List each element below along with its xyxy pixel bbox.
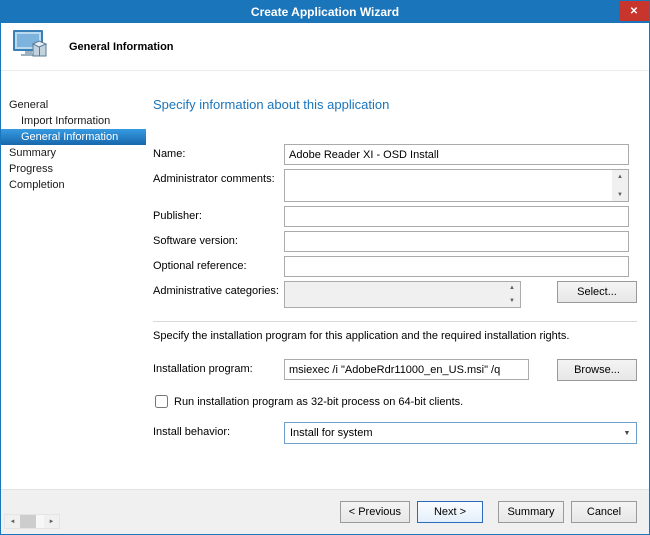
- wizard-footer: < Previous Next > Summary Cancel: [1, 489, 649, 534]
- software-version-input[interactable]: [284, 231, 629, 252]
- scroll-up-icon[interactable]: ▲: [504, 282, 520, 295]
- close-icon: ✕: [630, 6, 638, 17]
- installation-program-label: Installation program:: [153, 359, 284, 375]
- publisher-label: Publisher:: [153, 206, 284, 222]
- sidebar-item-general-information[interactable]: General Information: [1, 129, 146, 145]
- wizard-steps-sidebar: General Import Information General Infor…: [1, 71, 146, 489]
- sidebar-item-progress[interactable]: Progress: [1, 161, 146, 177]
- administrator-comments-label: Administrator comments:: [153, 169, 284, 185]
- sidebar-item-import-information[interactable]: Import Information: [1, 113, 146, 129]
- installation-section-description: Specify the installation program for thi…: [153, 330, 637, 342]
- sidebar-horizontal-scrollbar[interactable]: ◄ ►: [4, 514, 60, 529]
- cancel-button[interactable]: Cancel: [571, 501, 637, 523]
- browse-button[interactable]: Browse...: [557, 359, 637, 381]
- installation-program-row: Installation program: Browse...: [153, 359, 637, 381]
- page-title: Specify information about this applicati…: [153, 97, 637, 112]
- install-behavior-select[interactable]: Install for system ▼: [284, 422, 637, 444]
- install-behavior-row: Install behavior: Install for system ▼: [153, 422, 637, 444]
- run-as-32bit-row: Run installation program as 32-bit proce…: [155, 395, 637, 408]
- create-application-wizard-window: Create Application Wizard ✕ General Info…: [0, 0, 650, 535]
- summary-button[interactable]: Summary: [498, 501, 564, 523]
- name-input[interactable]: [284, 144, 629, 165]
- previous-button[interactable]: < Previous: [340, 501, 410, 523]
- application-icon: [11, 29, 49, 64]
- scroll-down-icon[interactable]: ▼: [504, 295, 520, 308]
- run-as-32bit-label: Run installation program as 32-bit proce…: [174, 396, 463, 408]
- administrator-comments-row: Administrator comments: ▲ ▼: [153, 169, 637, 202]
- close-button[interactable]: ✕: [619, 1, 649, 21]
- publisher-input[interactable]: [284, 206, 629, 227]
- scrollbar-track[interactable]: [20, 515, 44, 528]
- chevron-down-icon: ▼: [619, 424, 635, 442]
- scroll-up-icon[interactable]: ▲: [612, 170, 628, 183]
- install-behavior-label: Install behavior:: [153, 422, 284, 438]
- optional-reference-input[interactable]: [284, 256, 629, 277]
- administrative-categories-input: ▲ ▼: [284, 281, 521, 308]
- select-categories-button[interactable]: Select...: [557, 281, 637, 303]
- sidebar-item-general[interactable]: General: [1, 97, 146, 113]
- wizard-content: Specify information about this applicati…: [146, 71, 649, 489]
- administrative-categories-row: Administrative categories: ▲ ▼ Select...: [153, 281, 637, 308]
- scroll-down-icon[interactable]: ▼: [612, 188, 628, 201]
- wizard-header: General Information: [1, 23, 649, 71]
- sidebar-item-completion[interactable]: Completion: [1, 177, 146, 193]
- name-label: Name:: [153, 144, 284, 160]
- administrator-comments-input[interactable]: ▲ ▼: [284, 169, 629, 202]
- optional-reference-label: Optional reference:: [153, 256, 284, 272]
- scroll-right-icon[interactable]: ►: [44, 515, 59, 528]
- title-bar[interactable]: Create Application Wizard ✕: [1, 1, 649, 23]
- header-page-title: General Information: [69, 41, 174, 53]
- administrative-categories-label: Administrative categories:: [153, 281, 284, 297]
- window-title: Create Application Wizard: [251, 5, 399, 19]
- install-behavior-value: Install for system: [290, 427, 373, 439]
- wizard-body: General Import Information General Infor…: [1, 71, 649, 489]
- installation-program-input[interactable]: [284, 359, 529, 380]
- section-divider: [153, 321, 637, 322]
- name-row: Name:: [153, 144, 637, 165]
- optional-reference-row: Optional reference:: [153, 256, 637, 277]
- scrollbar-thumb[interactable]: [20, 515, 36, 528]
- sidebar-item-summary[interactable]: Summary: [1, 145, 146, 161]
- next-button[interactable]: Next >: [417, 501, 483, 523]
- software-version-label: Software version:: [153, 231, 284, 247]
- publisher-row: Publisher:: [153, 206, 637, 227]
- run-as-32bit-checkbox[interactable]: [155, 395, 168, 408]
- software-version-row: Software version:: [153, 231, 637, 252]
- comments-scrollbar[interactable]: ▲ ▼: [612, 170, 628, 201]
- categories-scrollbar[interactable]: ▲ ▼: [504, 282, 520, 307]
- scroll-left-icon[interactable]: ◄: [5, 515, 20, 528]
